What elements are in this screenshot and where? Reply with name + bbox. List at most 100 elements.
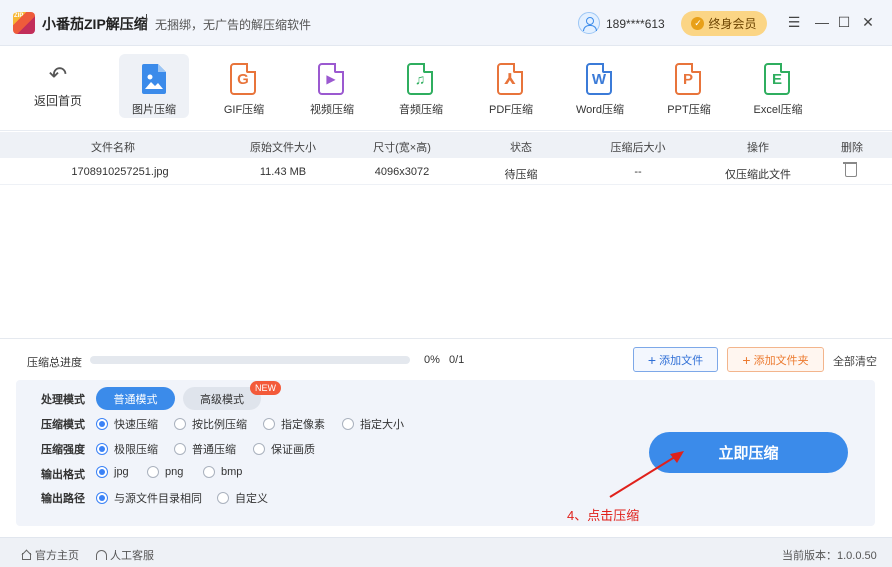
file-table-header: 文件名称 原始文件大小 尺寸(宽×高) 状态 压缩后大小 操作 删除 <box>0 132 892 158</box>
add-folder-label: 添加文件夹 <box>753 354 809 367</box>
tool-video-compress[interactable]: ▶ 视频压缩 <box>297 54 367 118</box>
audio-file-icon: ♫ <box>407 63 433 95</box>
add-folder-button[interactable]: + 添加文件夹 <box>727 347 824 372</box>
new-badge: NEW <box>250 381 281 395</box>
radio-icon <box>253 443 265 455</box>
ppt-file-icon: P <box>675 63 701 95</box>
vip-button[interactable]: ✓ 终身会员 <box>681 11 767 36</box>
radio-fixed-size[interactable]: 指定大小 <box>342 416 404 432</box>
footer: 官方主页 人工客服 当前版本：1.0.0.50 <box>0 537 892 567</box>
tool-label: Word压缩 <box>575 104 625 116</box>
tool-label: GIF压缩 <box>223 104 265 116</box>
app-logo: ZIP <box>13 12 35 34</box>
trash-icon[interactable] <box>843 162 857 177</box>
file-size: 11.43 MB <box>259 166 307 178</box>
header-file-name: 文件名称 <box>91 142 135 154</box>
file-status: 待压缩 <box>504 169 538 181</box>
annotation-text: 4、点击压缩 <box>567 508 640 523</box>
output-path-label: 输出路径 <box>41 493 85 505</box>
radio-ratio-compress[interactable]: 按比例压缩 <box>174 416 247 432</box>
advanced-mode-button[interactable]: 高级模式 <box>183 387 261 410</box>
file-compressed-size: -- <box>634 166 642 178</box>
strength-label: 压缩强度 <box>41 444 85 456</box>
radio-icon <box>96 492 108 504</box>
progress-label: 压缩总进度 <box>27 357 82 369</box>
headset-icon <box>96 550 107 560</box>
tool-word-compress[interactable]: W Word压缩 <box>565 54 635 118</box>
tool-audio-compress[interactable]: ♫ 音频压缩 <box>386 54 456 118</box>
radio-extreme-compress[interactable]: 极限压缩 <box>96 441 158 457</box>
back-home-label: 返回首页 <box>33 94 82 108</box>
customer-service-link[interactable]: 人工客服 <box>96 547 154 563</box>
radio-icon <box>203 466 215 478</box>
radio-bmp[interactable]: bmp <box>203 466 242 478</box>
table-row: 1708910257251.jpg 11.43 MB 4096x3072 待压缩… <box>0 158 892 185</box>
plus-icon: + <box>647 351 657 368</box>
excel-file-icon: E <box>764 63 790 95</box>
radio-same-directory[interactable]: 与源文件目录相同 <box>96 490 202 506</box>
menu-icon[interactable]: ☰ <box>784 12 804 32</box>
header-original-size: 原始文件大小 <box>250 142 316 154</box>
tool-label: PPT压缩 <box>667 104 711 116</box>
pdf-file-icon: ⅄ <box>497 63 523 95</box>
title-divider <box>146 14 147 30</box>
video-file-icon: ▶ <box>318 63 344 95</box>
tool-label: 音频压缩 <box>399 104 443 116</box>
radio-png[interactable]: png <box>147 466 183 478</box>
strength-row: 压缩强度 极限压缩 普通压缩 保证画质 <box>16 438 616 458</box>
file-dimensions: 4096x3072 <box>374 166 430 178</box>
gif-file-icon: G <box>230 63 256 95</box>
header-compressed-size: 压缩后大小 <box>610 142 666 154</box>
radio-keep-quality[interactable]: 保证画质 <box>253 441 315 457</box>
radio-fixed-pixels[interactable]: 指定像素 <box>263 416 325 432</box>
normal-mode-button[interactable]: 普通模式 <box>96 387 175 410</box>
plus-icon: + <box>742 351 751 368</box>
radio-icon <box>96 418 108 430</box>
user-avatar-icon[interactable] <box>578 12 600 34</box>
tool-label: PDF压缩 <box>489 104 533 116</box>
header-status: 状态 <box>510 142 532 154</box>
radio-jpg[interactable]: jpg <box>96 466 129 478</box>
tool-excel-compress[interactable]: E Excel压缩 <box>743 54 813 118</box>
radio-icon <box>263 418 275 430</box>
official-site-link[interactable]: 官方主页 <box>21 547 79 563</box>
user-phone[interactable]: 189****613 <box>606 17 665 31</box>
radio-icon <box>96 443 108 455</box>
radio-icon <box>217 492 229 504</box>
header-delete: 删除 <box>841 142 863 154</box>
clear-all-button[interactable]: 全部清空 <box>833 353 877 369</box>
close-icon[interactable]: ✕ <box>858 12 878 32</box>
progress-count: 0/1 <box>449 354 465 366</box>
header-action: 操作 <box>747 142 769 154</box>
add-file-button[interactable]: + 添加文件 <box>633 347 718 372</box>
version-text: 当前版本：1.0.0.50 <box>782 550 877 562</box>
progress-area: 压缩总进度 0% 0/1 + 添加文件 + 添加文件夹 全部清空 <box>0 338 892 380</box>
compress-this-file-link[interactable]: 仅压缩此文件 <box>715 166 801 182</box>
add-file-label: 添加文件 <box>659 354 704 367</box>
file-name: 1708910257251.jpg <box>71 166 169 178</box>
radio-normal-compress[interactable]: 普通压缩 <box>174 441 236 457</box>
maximize-icon[interactable]: ☐ <box>834 12 854 32</box>
compress-mode-row: 压缩模式 快速压缩 按比例压缩 指定像素 指定大小 <box>16 413 616 433</box>
vip-label: 终身会员 <box>708 17 757 31</box>
radio-fast-compress[interactable]: 快速压缩 <box>96 416 158 432</box>
tool-ppt-compress[interactable]: P PPT压缩 <box>654 54 724 118</box>
tool-gif-compress[interactable]: G GIF压缩 <box>209 54 279 118</box>
settings-panel: 处理模式 普通模式 高级模式 NEW 压缩模式 快速压缩 按比例压缩 指定像素 … <box>16 380 875 526</box>
function-toolbar: ↶ 返回首页 图片压缩 G GIF压缩 ▶ 视频压缩 ♫ 音频压缩 ⅄ PDF压… <box>0 47 892 131</box>
radio-icon <box>96 466 108 478</box>
header-dimensions: 尺寸(宽×高) <box>373 142 431 154</box>
app-title: 小番茄ZIP解压缩 <box>42 16 148 32</box>
tool-label: Excel压缩 <box>753 104 803 116</box>
format-row: 输出格式 jpg png bmp <box>16 463 616 483</box>
output-path-row: 输出路径 与源文件目录相同 自定义 <box>16 487 616 507</box>
radio-icon <box>342 418 354 430</box>
back-home-button[interactable]: ↶ 返回首页 <box>23 54 93 118</box>
minimize-icon[interactable]: — <box>812 12 832 32</box>
tool-pdf-compress[interactable]: ⅄ PDF压缩 <box>476 54 546 118</box>
tool-image-compress[interactable]: 图片压缩 <box>119 54 189 118</box>
image-file-icon <box>140 63 168 95</box>
app-slogan: 无捆绑，无广告的解压缩软件 <box>155 18 312 32</box>
radio-custom-path[interactable]: 自定义 <box>217 490 268 506</box>
back-arrow-icon: ↶ <box>48 62 68 87</box>
